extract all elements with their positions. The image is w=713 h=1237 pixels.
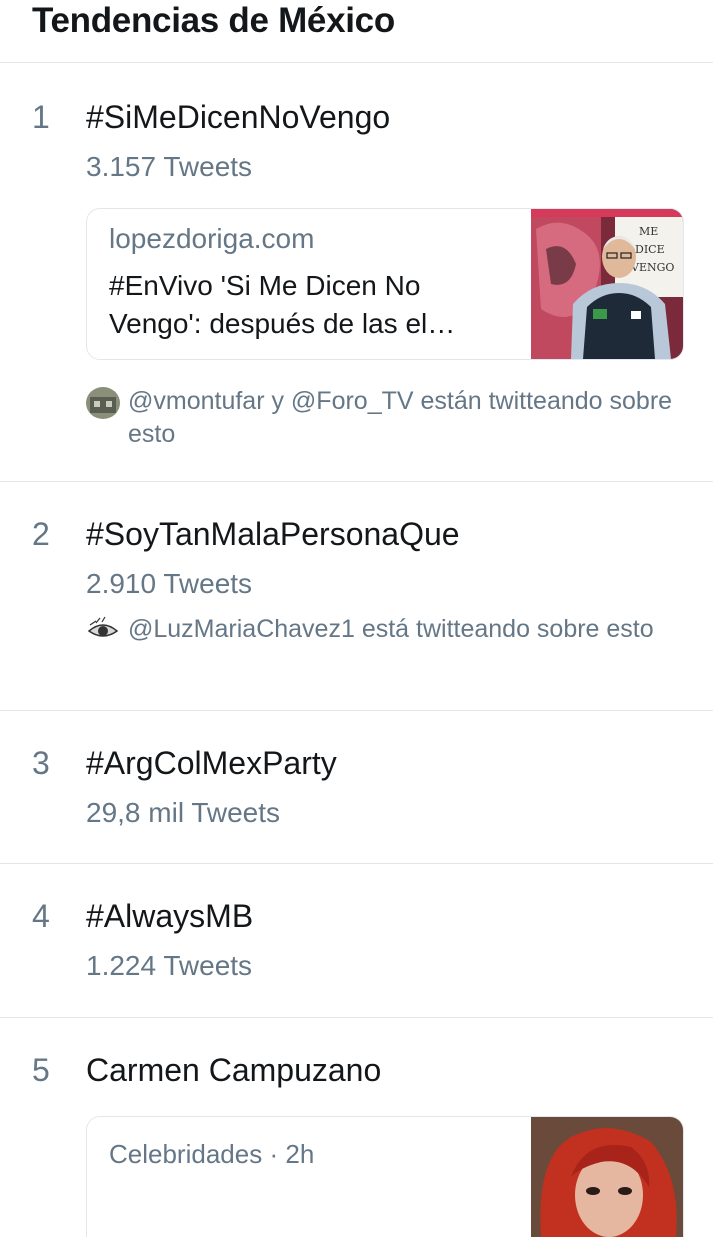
context-text: @vmontufar y @Foro_TV están twitteando s…	[128, 387, 673, 448]
trend-tweet-count: 29,8 mil Tweets	[86, 797, 281, 828]
trend-name[interactable]: #AlwaysMB	[86, 898, 253, 935]
card-meta: Celebridades · 2h	[109, 1139, 314, 1170]
trend-name[interactable]: #ArgColMexParty	[86, 745, 337, 782]
sign-text-2: DICE	[635, 243, 665, 256]
trends-header: Tendencias de México	[0, 0, 713, 63]
trend-tweet-count: 1.224 Tweets	[86, 950, 253, 981]
trend-item-4[interactable]: 4 #AlwaysMB 1.224 Tweets	[0, 864, 713, 1018]
trend-name[interactable]: Carmen Campuzano	[86, 1052, 381, 1089]
card-time: 2h	[285, 1139, 315, 1169]
page-title: Tendencias de México	[32, 1, 395, 40]
trend-name[interactable]: #SoyTanMalaPersonaQue	[86, 516, 460, 553]
trend-rank: 1	[32, 99, 50, 135]
card-thumbnail-image: ME DICE VENGO	[531, 209, 683, 359]
trend-item-5[interactable]: 5 Carmen Campuzano Celebridades · 2h	[0, 1018, 713, 1237]
context-text: @LuzMariaChavez1 está twitteando sobre e…	[128, 615, 654, 643]
card-title: #EnVivo 'Si Me Dicen No Vengo': después …	[109, 270, 456, 339]
trend-name[interactable]: #SiMeDicenNoVengo	[86, 99, 390, 136]
trend-tweet-count: 2.910 Tweets	[86, 568, 253, 599]
avatar	[86, 615, 120, 647]
card-thumbnail-image	[531, 1117, 683, 1237]
trend-rank: 3	[32, 745, 50, 781]
news-card[interactable]: lopezdoriga.com #EnVivo 'Si Me Dicen No …	[86, 208, 684, 360]
trend-rank: 5	[32, 1052, 50, 1088]
sign-text-3: VENGO	[630, 261, 674, 274]
sign-text-1: ME	[639, 225, 658, 238]
trend-item-1[interactable]: 1 #SiMeDicenNoVengo 3.157 Tweets lopezdo…	[0, 63, 713, 482]
card-category: Celebridades	[109, 1139, 263, 1169]
trend-tweet-count: 3.157 Tweets	[86, 151, 253, 182]
trend-item-2[interactable]: 2 #SoyTanMalaPersonaQue 2.910 Tweets @Lu…	[0, 482, 713, 711]
avatar	[86, 387, 120, 419]
news-card[interactable]: Celebridades · 2h	[86, 1116, 684, 1237]
trend-item-3[interactable]: 3 #ArgColMexParty 29,8 mil Tweets	[0, 711, 713, 864]
card-domain: lopezdoriga.com	[109, 223, 315, 254]
trend-rank: 4	[32, 898, 50, 934]
card-separator: ·	[269, 1139, 279, 1169]
trend-rank: 2	[32, 516, 50, 552]
